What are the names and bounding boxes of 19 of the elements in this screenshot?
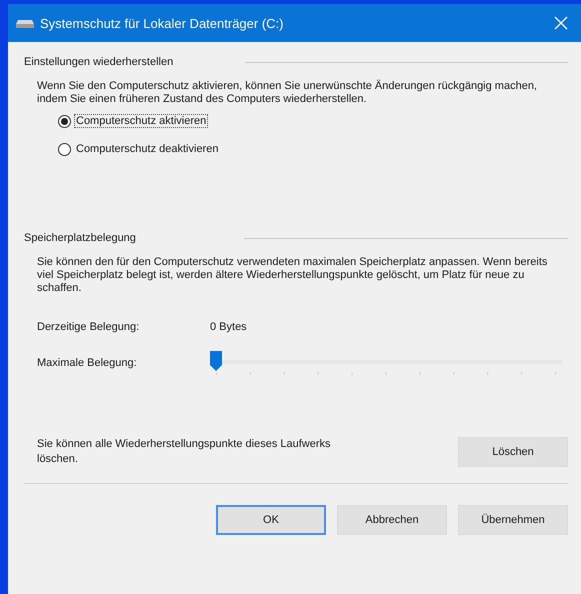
usage-value: 0 Bytes: [210, 321, 247, 333]
group-heading: Einstellungen wiederherstellen: [24, 56, 174, 68]
usage-slider[interactable]: [210, 351, 562, 375]
field-label: Derzeitige Belegung:: [37, 321, 140, 333]
dialog-button[interactable]: Übernehmen: [458, 505, 568, 535]
window-title: Systemschutz für Lokaler Datenträger (C:): [40, 16, 284, 30]
dialog-button[interactable]: OK: [216, 505, 326, 535]
slider-thumb[interactable]: [210, 351, 222, 371]
description-text: Sie können den für den Computerschutz verwendeten maximalen Speicherplatz anpassen. Wenn bereits viel Speicherplatz belegt ist, werden ältere Wiederherstellungspunkte gelöscht, um Platz für neue zu schaffen.: [37, 256, 548, 295]
group-heading: Speicherplatzbelegung: [24, 232, 136, 244]
delete-button[interactable]: Löschen: [458, 437, 568, 467]
radio-circle-icon[interactable]: [58, 142, 71, 156]
field-label: Maximale Belegung:: [37, 357, 138, 369]
description-text: Wenn Sie den Computerschutz aktivieren, können Sie unerwünschte Änderungen rückgängig machen, indem Sie einen früheren Zustand des Computers wiederherstellen.: [37, 80, 538, 106]
drive-icon: [16, 17, 34, 29]
radio-circle-icon[interactable]: [58, 114, 71, 128]
description-text: Sie können alle Wiederherstellungspunkte dieses Laufwerks löschen.: [37, 437, 332, 467]
radio-option[interactable]: Computerschutz deaktivieren: [58, 142, 220, 156]
dialog-button[interactable]: Abbrechen: [337, 505, 447, 535]
